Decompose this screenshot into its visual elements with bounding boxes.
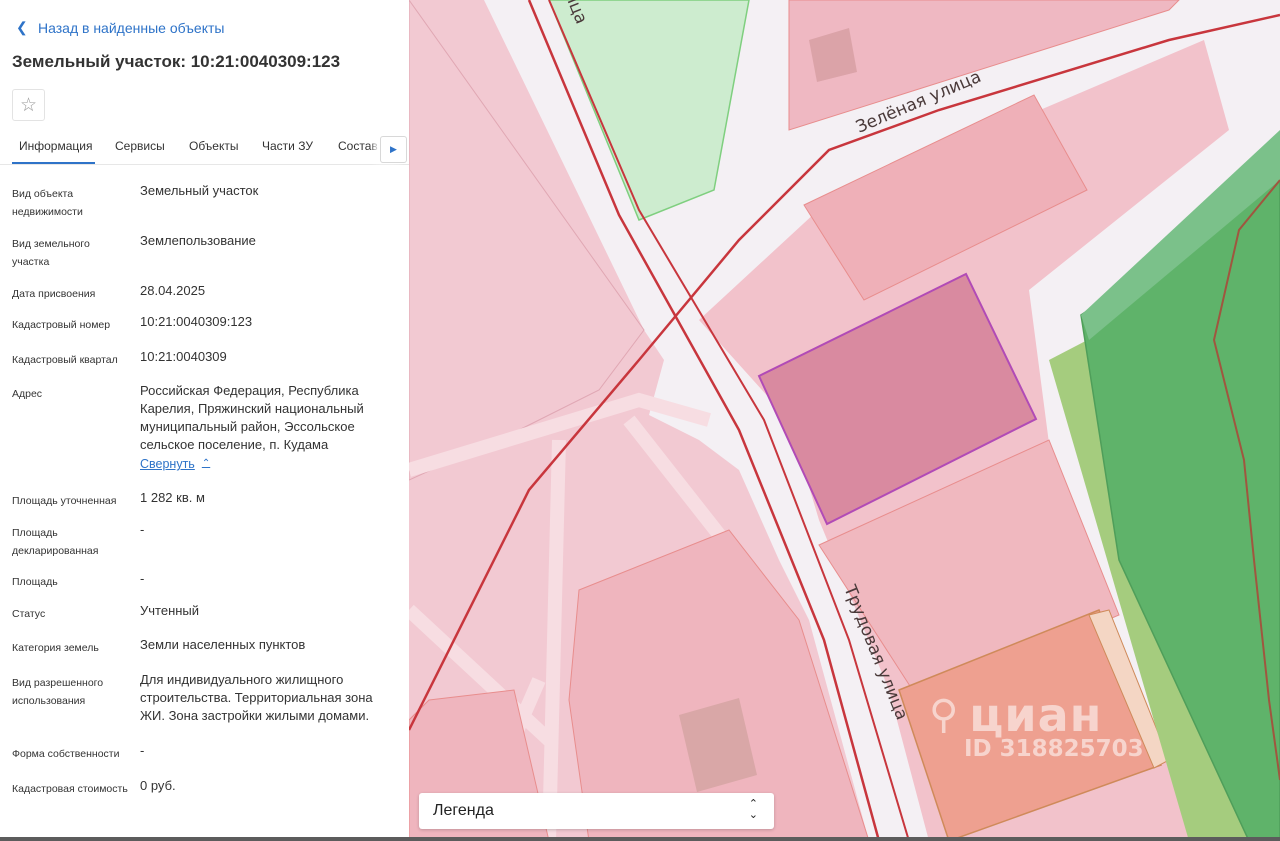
- label-object-type: Вид объекта недвижимости: [12, 188, 83, 218]
- value-cadastral-number: 10:21:0040309:123: [140, 314, 253, 329]
- label-cadastral-quarter: Кадастровый квартал: [12, 354, 118, 366]
- map-canvas[interactable]: Зелёная улица Трудовая улица улица: [409, 0, 1280, 841]
- value-permitted-use: Для индивидуального жилищного строительс…: [140, 672, 373, 723]
- label-area: Площадь: [12, 576, 58, 588]
- label-area-refined: Площадь уточненная: [12, 495, 117, 507]
- value-object-type: Земельный участок: [140, 183, 259, 198]
- value-address-block: Российская Федерация, Республика Карелия…: [140, 382, 398, 473]
- label-permitted-use: Вид разрешенного использования: [12, 677, 104, 707]
- watermark: ⚲ циан ID 318825703: [929, 688, 1144, 762]
- value-cadastral-value: 0 руб.: [140, 778, 176, 793]
- label-cadastral-value: Кадастровая стоимость: [12, 783, 128, 795]
- value-cadastral-quarter: 10:21:0040309: [140, 349, 227, 364]
- chevron-up-icon: ⌃: [201, 458, 211, 469]
- value-area-declared: -: [140, 522, 145, 537]
- label-area-declared: Площадь декларированная: [12, 527, 99, 557]
- label-land-type: Вид земельного участка: [12, 238, 90, 268]
- legend-label: Легенда: [433, 802, 494, 819]
- label-status: Статус: [12, 608, 46, 620]
- label-land-category: Категория земель: [12, 642, 99, 654]
- watermark-id: ID 318825703: [964, 736, 1144, 762]
- info-panel: ❮ Назад в найденные объекты Земельный уч…: [0, 0, 409, 841]
- watermark-pin-icon: ⚲: [929, 692, 960, 738]
- value-status: Учтенный: [140, 603, 200, 618]
- label-date-assigned: Дата присвоения: [12, 288, 96, 300]
- value-land-type: Землепользование: [140, 233, 256, 248]
- taskbar-strip: [0, 837, 1280, 841]
- tab-services[interactable]: Сервисы: [115, 139, 165, 153]
- value-address: Российская Федерация, Республика Карелия…: [140, 383, 364, 452]
- tab-parts[interactable]: Части ЗУ: [262, 139, 313, 153]
- chevron-left-icon: ❮: [16, 19, 28, 35]
- back-link-label: Назад в найденные объекты: [38, 19, 225, 36]
- watermark-logo-text: циан: [969, 688, 1103, 742]
- value-date-assigned: 28.04.2025: [140, 283, 206, 298]
- tab-objects[interactable]: Объекты: [189, 139, 239, 153]
- label-ownership: Форма собственности: [12, 748, 120, 760]
- active-tab-indicator: [12, 162, 95, 164]
- value-area-refined: 1 282 кв. м: [140, 490, 205, 505]
- tabs-scroll-right-icon[interactable]: ▶: [380, 136, 407, 163]
- tab-bar: Информация Сервисы Объекты Части ЗУ Сост…: [0, 131, 409, 165]
- collapse-link-label: Свернуть: [140, 457, 195, 471]
- value-ownership: -: [140, 743, 145, 758]
- tab-information[interactable]: Информация: [19, 139, 92, 153]
- value-area: -: [140, 571, 145, 586]
- label-address: Адрес: [12, 388, 43, 400]
- tab-composition[interactable]: Состав: [338, 139, 378, 153]
- legend-dropdown[interactable]: Легенда ⌃ ⌄: [419, 793, 774, 829]
- tabs-divider: [0, 164, 409, 165]
- value-land-category: Земли населенных пунктов: [140, 637, 306, 652]
- star-icon[interactable]: ☆: [12, 89, 45, 121]
- label-cadastral-number: Кадастровый номер: [12, 319, 111, 331]
- page-title: Земельный участок: 10:21:0040309:123: [12, 52, 341, 71]
- back-link[interactable]: ❮ Назад в найденные объекты: [16, 19, 224, 36]
- cadastral-map[interactable]: Зелёная улица Трудовая улица улица ⚲ циа…: [409, 0, 1280, 841]
- collapse-link[interactable]: Свернуть ⌃: [140, 455, 210, 473]
- watermark-logo: ⚲ циан: [929, 688, 1144, 742]
- expand-icon: ⌃ ⌄: [748, 798, 758, 821]
